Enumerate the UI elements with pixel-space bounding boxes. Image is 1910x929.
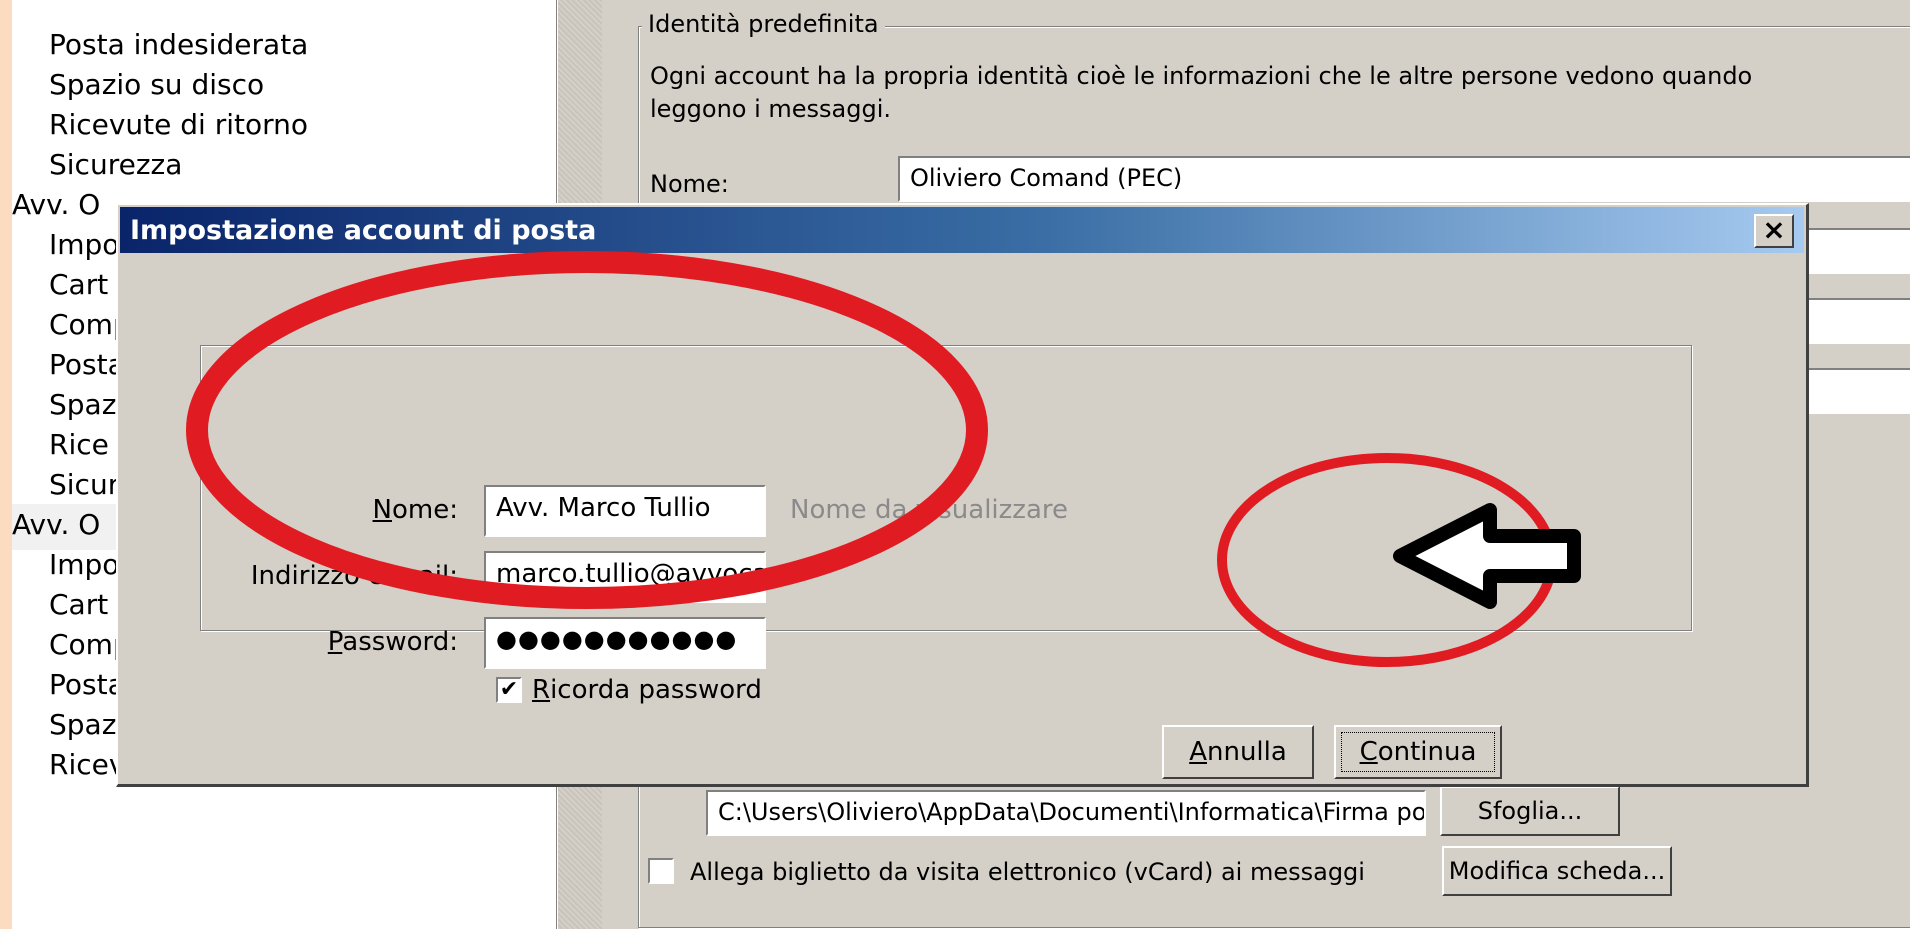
dialog-name-label: Nome: — [372, 495, 458, 525]
dialog-name-input[interactable]: Avv. Marco Tullio — [484, 485, 766, 537]
tree-account-1[interactable]: Avv. O — [12, 188, 100, 221]
browse-button[interactable]: Sfoglia... — [1440, 786, 1620, 836]
edit-card-button[interactable]: Modifica scheda... — [1442, 846, 1672, 896]
tree-item-impostazioni[interactable]: Impo — [49, 228, 119, 261]
tree-account-2-label: Avv. O — [12, 508, 101, 541]
cancel-button[interactable]: Annulla — [1162, 725, 1314, 779]
signature-path-field[interactable]: C:\Users\Oliviero\AppData\Documenti\Info… — [706, 790, 1426, 836]
tree-item-impostazioni-2[interactable]: Impo — [49, 548, 119, 581]
tree-item-cartelle[interactable]: Cart — [49, 268, 108, 301]
tree-item-sicurezza[interactable]: Sicurezza — [49, 148, 182, 181]
panel-name-field[interactable]: Oliviero Comand (PEC) — [898, 156, 1910, 202]
panel-name-label: Nome: — [650, 170, 729, 198]
tree-item-spazio-su-disco[interactable]: Spazio su disco — [49, 68, 264, 101]
dialog-titlebar[interactable]: Impostazione account di posta × — [120, 207, 1804, 253]
vcard-label: Allega biglietto da visita elettronico (… — [690, 858, 1365, 886]
screenshot: Posta indesiderata Spazio su disco Ricev… — [12, 0, 1910, 929]
mail-account-setup-dialog: Impostazione account di posta × Nome: Av… — [116, 203, 1809, 787]
tree-item-posta[interactable]: Posta — [49, 348, 125, 381]
dialog-name-hint: Nome da visualizzare — [790, 495, 1069, 525]
continue-button[interactable]: Continua — [1334, 725, 1502, 779]
dialog-password-label: Password: — [327, 627, 458, 657]
remember-password-checkbox[interactable]: ✔ — [496, 677, 522, 703]
tree-item-posta-indesiderata[interactable]: Posta indesiderata — [49, 28, 308, 61]
browse-button-label: Sfoglia... — [1477, 797, 1583, 825]
dialog-password-input[interactable]: ●●●●●●●●●●● — [484, 617, 766, 669]
tree-item-ricevute[interactable]: Rice — [49, 428, 109, 461]
identity-group-title: Identità predefinita — [642, 10, 885, 38]
edit-card-button-label: Modifica scheda... — [1448, 857, 1666, 885]
tree-item-spazio[interactable]: Spaz — [49, 388, 116, 421]
cancel-button-label: Annulla — [1189, 737, 1287, 767]
vcard-checkbox[interactable] — [648, 858, 674, 884]
dialog-email-input[interactable]: marco.tullio@avvocatiud — [484, 551, 766, 603]
dialog-email-label: Indirizzo e-mail: — [250, 561, 458, 591]
tree-item-ricevute-di-ritorno[interactable]: Ricevute di ritorno — [49, 108, 308, 141]
close-icon[interactable]: × — [1754, 214, 1794, 248]
dialog-title: Impostazione account di posta — [130, 215, 597, 246]
tree-item-cartelle-2[interactable]: Cart — [49, 588, 108, 621]
continue-button-label: Continua — [1359, 737, 1477, 767]
identity-description: Ogni account ha la propria identità cioè… — [650, 62, 1753, 123]
remember-password-label: Ricorda password — [532, 675, 762, 705]
tree-item-sicurezza-2[interactable]: Sicur — [49, 468, 119, 501]
